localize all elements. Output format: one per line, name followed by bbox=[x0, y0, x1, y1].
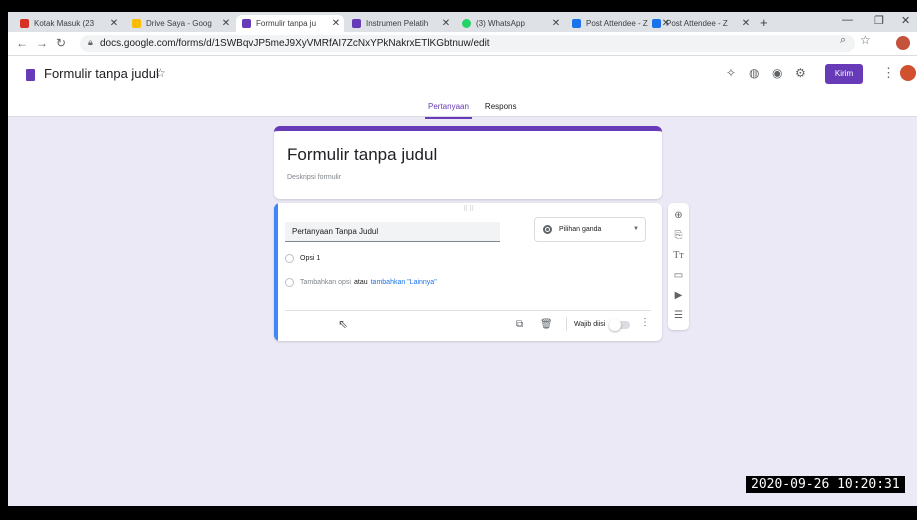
active-indicator bbox=[274, 203, 278, 341]
tab-gmail[interactable]: Kotak Masuk (23 ✕ bbox=[14, 15, 122, 32]
forms-header: Formulir tanpa judul ☆ ✧ ◍ ◉ ⚙ Kirim ⋮ P… bbox=[8, 56, 917, 119]
toggle-knob bbox=[609, 319, 621, 331]
question-type-label: Pilihan ganda bbox=[559, 226, 602, 233]
settings-gear-icon[interactable]: ⚙ bbox=[795, 66, 806, 80]
add-option-row: Tambahkan opsi atau tambahkan "Lainnya" bbox=[285, 278, 437, 287]
option-row: Opsi 1 bbox=[285, 254, 320, 263]
close-icon[interactable]: ✕ bbox=[551, 18, 561, 29]
more-options-icon[interactable]: ⋮ bbox=[882, 65, 895, 81]
chevron-down-icon: ▼ bbox=[633, 226, 639, 232]
star-icon[interactable]: ☆ bbox=[155, 66, 166, 80]
close-icon[interactable]: ✕ bbox=[109, 18, 119, 29]
zoom-icon bbox=[572, 19, 581, 28]
trash-icon[interactable]: 🗑︎ bbox=[540, 319, 553, 330]
add-question-icon[interactable]: ⊕ bbox=[668, 210, 689, 221]
tab-title: Formulir tanpa ju bbox=[256, 19, 317, 28]
add-option-input[interactable]: Tambahkan opsi bbox=[300, 279, 351, 286]
close-icon[interactable]: ✕ bbox=[221, 18, 231, 29]
add-video-icon[interactable]: ▶ bbox=[668, 290, 689, 301]
or-label: atau bbox=[353, 279, 368, 286]
whatsapp-icon bbox=[462, 19, 471, 28]
maximize-icon[interactable]: ❐ bbox=[874, 14, 884, 27]
forms-doc-icon bbox=[26, 69, 35, 81]
question-more-icon[interactable]: ⋮ bbox=[640, 317, 650, 328]
drive-icon bbox=[132, 19, 141, 28]
divider bbox=[566, 317, 567, 331]
new-tab-button[interactable]: + bbox=[760, 15, 768, 30]
tab-title: Drive Saya - Goog bbox=[146, 19, 212, 28]
browser-window: Kotak Masuk (23 ✕ Drive Saya - Goog ✕ Fo… bbox=[8, 12, 917, 506]
bookmark-star-icon[interactable]: ☆ bbox=[860, 33, 871, 47]
gmail-icon bbox=[20, 19, 29, 28]
tab-drive[interactable]: Drive Saya - Goog ✕ bbox=[126, 15, 234, 32]
form-title-input[interactable]: Formulir tanpa judul bbox=[287, 145, 437, 165]
tab-form-active[interactable]: Formulir tanpa ju ✕ bbox=[236, 15, 344, 32]
duplicate-icon[interactable]: ⧉ bbox=[516, 319, 523, 330]
tab-post-attendee-2[interactable]: Post Attendee - Z ✕ bbox=[646, 15, 754, 32]
preview-eye-icon[interactable]: ◉ bbox=[772, 66, 782, 80]
divider bbox=[285, 310, 651, 311]
add-title-icon[interactable]: Tт bbox=[668, 250, 689, 261]
required-toggle[interactable] bbox=[609, 319, 630, 331]
question-title-input[interactable]: Pertanyaan Tanpa Judul bbox=[285, 222, 500, 242]
tab-whatsapp[interactable]: (3) WhatsApp ✕ bbox=[456, 15, 564, 32]
navigation-bar: ← → ↻ 🔒︎ docs.google.com/forms/d/1SWBqvJ… bbox=[8, 32, 917, 56]
address-bar[interactable]: 🔒︎ docs.google.com/forms/d/1SWBqvJP5meJ9… bbox=[80, 35, 855, 52]
forms-icon bbox=[242, 19, 251, 28]
back-icon[interactable]: ← bbox=[16, 36, 28, 50]
lock-icon: 🔒︎ bbox=[88, 37, 93, 47]
drag-handle-icon[interactable]: ⠿⠿ bbox=[463, 205, 475, 213]
zoom-magnifier-icon[interactable]: ⌕ bbox=[840, 34, 846, 47]
reload-icon[interactable]: ↻ bbox=[56, 36, 66, 50]
form-title-card: Formulir tanpa judul Deskripsi formulir bbox=[274, 126, 662, 199]
addon-icon[interactable]: ✧ bbox=[726, 66, 736, 80]
mouse-cursor-icon: ⇖ bbox=[338, 317, 349, 331]
doc-title[interactable]: Formulir tanpa judul bbox=[44, 66, 159, 81]
send-button[interactable]: Kirim bbox=[825, 64, 863, 84]
tab-title: Post Attendee - Z bbox=[666, 19, 728, 28]
minimize-icon[interactable]: — bbox=[842, 14, 853, 26]
tab-title: Kotak Masuk (23 bbox=[34, 19, 95, 28]
video-timestamp: 2020-09-26 10:20:31 bbox=[746, 476, 905, 493]
tab-title: Instrumen Pelatih bbox=[366, 19, 429, 28]
question-type-dropdown[interactable]: Pilihan ganda ▼ bbox=[534, 217, 646, 242]
radio-circle-icon bbox=[285, 278, 294, 287]
forms-icon bbox=[352, 19, 361, 28]
url-text: docs.google.com/forms/d/1SWBqvJP5meJ9XyV… bbox=[100, 38, 490, 49]
tab-title: (3) WhatsApp bbox=[476, 19, 525, 28]
form-tabs: Pertanyaan Respons bbox=[425, 96, 520, 119]
close-icon[interactable]: ✕ bbox=[741, 18, 751, 29]
tab-responses[interactable]: Respons bbox=[482, 96, 520, 119]
user-avatar[interactable] bbox=[900, 65, 916, 81]
profile-avatar[interactable] bbox=[896, 36, 910, 50]
forward-icon[interactable]: → bbox=[36, 36, 48, 50]
required-label: Wajib diisi bbox=[574, 321, 606, 328]
question-card[interactable]: ⠿⠿ Pertanyaan Tanpa Judul Pilihan ganda … bbox=[274, 203, 662, 341]
close-icon[interactable]: ✕ bbox=[331, 18, 341, 29]
radio-button-icon bbox=[543, 225, 552, 234]
add-image-icon[interactable]: ▭ bbox=[668, 270, 689, 281]
palette-icon[interactable]: ◍ bbox=[749, 66, 759, 80]
add-section-icon[interactable]: ☰ bbox=[668, 310, 689, 321]
tab-strip: Kotak Masuk (23 ✕ Drive Saya - Goog ✕ Fo… bbox=[8, 12, 917, 32]
form-description-input[interactable]: Deskripsi formulir bbox=[287, 174, 341, 181]
zoom-icon bbox=[652, 19, 661, 28]
close-icon[interactable]: ✕ bbox=[441, 18, 451, 29]
add-other-link[interactable]: tambahkan "Lainnya" bbox=[371, 279, 437, 286]
question-toolbar: ⊕ ⎘ Tт ▭ ▶ ☰ bbox=[668, 203, 689, 330]
tab-questions[interactable]: Pertanyaan bbox=[425, 96, 472, 119]
option-1-input[interactable]: Opsi 1 bbox=[300, 255, 320, 262]
tab-instrumen[interactable]: Instrumen Pelatih ✕ bbox=[346, 15, 454, 32]
radio-circle-icon bbox=[285, 254, 294, 263]
import-questions-icon[interactable]: ⎘ bbox=[668, 230, 689, 241]
window-close-icon[interactable]: ✕ bbox=[901, 14, 910, 27]
